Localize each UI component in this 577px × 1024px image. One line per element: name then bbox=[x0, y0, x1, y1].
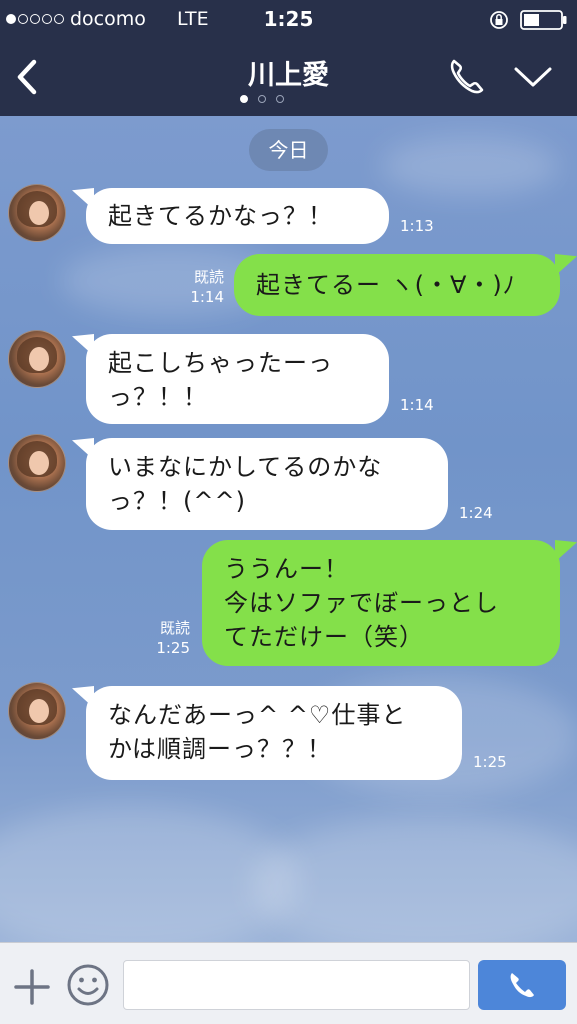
message-input-bar bbox=[0, 942, 577, 1024]
contact-avatar[interactable] bbox=[8, 184, 66, 242]
chevron-left-icon bbox=[17, 59, 37, 95]
smiley-icon bbox=[67, 964, 109, 1006]
rotation-lock-icon bbox=[490, 11, 508, 29]
call-button[interactable] bbox=[445, 54, 487, 98]
bubble-tail bbox=[555, 540, 577, 562]
background-cloud bbox=[250, 816, 577, 942]
bubble-tail bbox=[555, 254, 577, 276]
phone-icon bbox=[510, 973, 534, 998]
line-chat-screen: docomo LTE 1:25 川上愛 今日 起きてるかなっ？！ 1:13 既読… bbox=[0, 0, 577, 1024]
read-receipt: 既読 bbox=[159, 619, 190, 637]
status-time: 1:25 bbox=[263, 7, 314, 31]
contact-avatar[interactable] bbox=[8, 434, 66, 492]
chat-message-list[interactable]: 今日 起きてるかなっ？！ 1:13 既読 1:14 起きてるー ヽ(・∀・)ﾉ … bbox=[0, 116, 577, 942]
message-time: 1:25 bbox=[156, 639, 190, 657]
signal-dots-icon bbox=[6, 14, 64, 24]
status-bar: docomo LTE 1:25 bbox=[0, 0, 577, 40]
chat-header: 川上愛 bbox=[0, 40, 577, 116]
contact-avatar[interactable] bbox=[8, 682, 66, 740]
message-time: 1:25 bbox=[473, 753, 507, 771]
voice-call-button[interactable] bbox=[478, 960, 566, 1010]
back-button[interactable] bbox=[8, 52, 48, 102]
sticker-button[interactable] bbox=[66, 963, 110, 1007]
carrier-label: docomo bbox=[70, 8, 146, 30]
message-time: 1:14 bbox=[190, 288, 224, 306]
message-input[interactable] bbox=[123, 960, 470, 1010]
date-separator: 今日 bbox=[249, 129, 328, 171]
outgoing-message-bubble[interactable]: ううんー！ 今はソファでぼーっとし てただけー（笑） bbox=[202, 540, 560, 666]
chat-title: 川上愛 bbox=[248, 60, 329, 91]
menu-dropdown-button[interactable] bbox=[510, 60, 556, 94]
message-time: 1:13 bbox=[400, 217, 434, 235]
message-time: 1:14 bbox=[400, 396, 434, 414]
incoming-message-bubble[interactable]: 起こしちゃったーっ っ？！！ bbox=[86, 334, 389, 424]
page-indicator bbox=[240, 95, 284, 103]
incoming-message-bubble[interactable]: いまなにかしてるのかな っ？！(^^) bbox=[86, 438, 448, 530]
contact-avatar[interactable] bbox=[8, 330, 66, 388]
read-receipt: 既読 bbox=[193, 268, 224, 286]
chevron-down-icon bbox=[514, 67, 552, 87]
background-cloud bbox=[380, 136, 560, 196]
outgoing-message-bubble[interactable]: 起きてるー ヽ(・∀・)ﾉ bbox=[234, 254, 560, 316]
message-time: 1:24 bbox=[459, 504, 493, 522]
network-type-label: LTE bbox=[177, 8, 209, 30]
phone-icon bbox=[450, 59, 484, 94]
incoming-message-bubble[interactable]: なんだあーっ^ ^♡仕事と かは順調ーっ？？！ bbox=[86, 686, 462, 780]
incoming-message-bubble[interactable]: 起きてるかなっ？！ bbox=[86, 188, 389, 244]
plus-icon bbox=[14, 969, 50, 1005]
add-attachment-button[interactable] bbox=[12, 967, 52, 1007]
battery-icon bbox=[520, 10, 567, 30]
